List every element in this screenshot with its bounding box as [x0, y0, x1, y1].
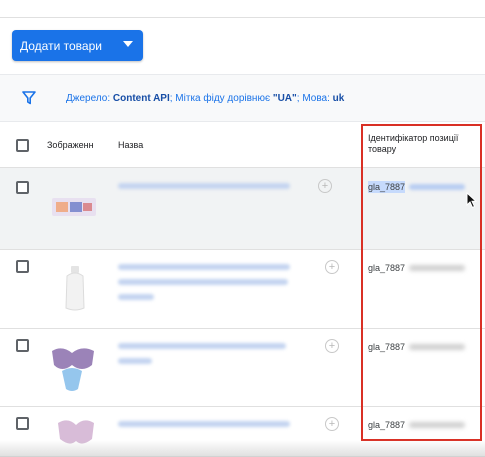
- add-products-button[interactable]: Додати товари: [12, 30, 143, 61]
- select-all-checkbox[interactable]: [16, 139, 29, 152]
- product-name-blurred[interactable]: [118, 421, 290, 427]
- item-id-column-highlight: [361, 124, 482, 441]
- product-image: [52, 198, 96, 216]
- filter-language-label: ; Мова:: [296, 93, 333, 104]
- row-checkbox[interactable]: [16, 260, 29, 273]
- row-checkbox[interactable]: [16, 417, 29, 430]
- filter-feed-label: ; Мітка фіду дорівнює: [169, 93, 273, 104]
- add-products-label: Додати товари: [20, 38, 102, 53]
- filter-language-value: uk: [332, 93, 345, 104]
- product-name-blurred[interactable]: [118, 343, 286, 349]
- top-divider: [0, 17, 485, 18]
- product-name-blurred: [118, 294, 154, 300]
- product-image: [52, 348, 94, 391]
- filter-feed-value: "UA": [272, 93, 297, 104]
- filter-icon[interactable]: [22, 91, 36, 105]
- product-name-blurred[interactable]: [118, 183, 290, 189]
- chevron-down-icon[interactable]: [123, 41, 133, 47]
- filter-bar: Джерело: Content API; Мітка фіду дорівню…: [0, 74, 485, 122]
- product-image: [65, 266, 85, 311]
- header-image[interactable]: Зображенн: [47, 140, 94, 150]
- mouse-pointer-icon: [466, 192, 478, 209]
- header-name[interactable]: Назва: [118, 140, 143, 150]
- filter-source-value: Content API: [112, 93, 170, 104]
- bottom-shadow: [0, 440, 485, 457]
- add-circle-icon[interactable]: +: [325, 339, 339, 353]
- product-name-blurred: [118, 279, 288, 285]
- add-circle-icon[interactable]: +: [325, 260, 339, 274]
- row-checkbox[interactable]: [16, 181, 29, 194]
- filter-source-label: Джерело:: [66, 93, 113, 104]
- product-name-blurred: [118, 358, 152, 364]
- filter-summary[interactable]: Джерело: Content API; Мітка фіду дорівню…: [66, 93, 344, 104]
- row-checkbox[interactable]: [16, 339, 29, 352]
- add-circle-icon[interactable]: +: [325, 417, 339, 431]
- add-circle-icon[interactable]: +: [318, 179, 332, 193]
- product-name-blurred[interactable]: [118, 264, 290, 270]
